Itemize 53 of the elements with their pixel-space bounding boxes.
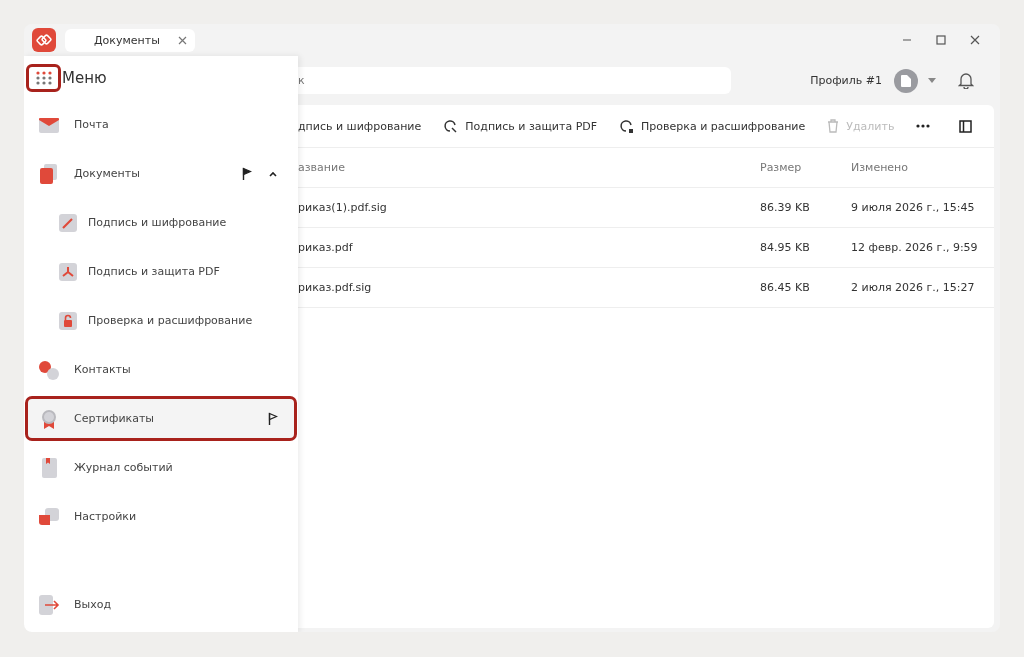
table-cell-text: 86.39 KB [760, 201, 811, 214]
toolbar-button[interactable]: дпись и шифрование [298, 119, 422, 133]
refresh-icon [619, 118, 635, 134]
menu-item[interactable]: Документы [25, 151, 297, 196]
close-icon[interactable] [970, 35, 980, 45]
table-cell-text: риказ.pdf [298, 241, 354, 254]
table-cell-text: риказ.pdf.sig [298, 281, 373, 294]
table-cell: 12 февр. 2026 г., 9:59 [851, 241, 978, 254]
column-header[interactable]: азвание [298, 161, 760, 174]
menu-button[interactable] [26, 64, 61, 92]
column-header[interactable]: Изменено [851, 161, 909, 174]
table-cell: 9 июля 2026 г., 15:45 [851, 201, 975, 214]
more-icon[interactable] [916, 124, 931, 128]
column-header[interactable]: Размер [760, 161, 851, 174]
flag-icon[interactable] [268, 411, 278, 426]
menu-item[interactable]: Журнал событий [25, 445, 297, 490]
contacts-icon [38, 358, 60, 381]
logout-item[interactable]: Выход [25, 582, 297, 627]
pdf-icon [58, 261, 78, 282]
profile-name[interactable]: Профиль #1 [810, 74, 882, 87]
lock-icon [58, 310, 78, 331]
panel-toggle-icon[interactable] [959, 119, 972, 133]
bell-icon[interactable] [958, 72, 974, 89]
table-cell-text: 84.95 KB [760, 241, 811, 254]
table-cell: 2 июля 2026 г., 15:27 [851, 281, 975, 294]
table-cell-text: 86.45 KB [760, 281, 811, 294]
submenu-item[interactable]: Подпись и шифрование [25, 200, 297, 245]
toolbar-button[interactable]: Подпись и защита PDF [443, 118, 598, 134]
caret-icon[interactable] [928, 78, 936, 83]
chevron-up-icon[interactable] [268, 169, 278, 178]
menu-title: Меню [62, 69, 107, 87]
documents-icon [38, 162, 60, 185]
grid-icon [34, 71, 53, 85]
submenu-item[interactable]: Проверка и расшифрование [25, 298, 297, 343]
menu-item[interactable]: Контакты [25, 347, 297, 392]
exit-icon [38, 593, 60, 616]
pen-icon [58, 212, 78, 233]
submenu-item[interactable]: Подпись и защита PDF [25, 249, 297, 294]
pinned-flag-icon[interactable] [242, 166, 252, 181]
menu-item[interactable]: Сертификаты [25, 396, 297, 441]
maximize-icon[interactable] [936, 35, 946, 45]
menu-item[interactable]: Почта [25, 102, 297, 147]
settings-icon [38, 505, 60, 528]
search-field[interactable]: к [298, 67, 731, 94]
app-logo-icon [32, 28, 56, 52]
document-tab[interactable]: Документы [65, 28, 195, 52]
close-icon[interactable] [178, 35, 187, 45]
magnifier-icon [443, 118, 459, 134]
table-cell-text: риказ(1).pdf.sig [298, 201, 388, 214]
toolbar-button[interactable]: Проверка и расшифрование [619, 118, 806, 134]
trash-icon [827, 119, 840, 133]
menu-item[interactable]: Настройки [25, 494, 297, 539]
avatar-icon[interactable] [894, 68, 918, 93]
